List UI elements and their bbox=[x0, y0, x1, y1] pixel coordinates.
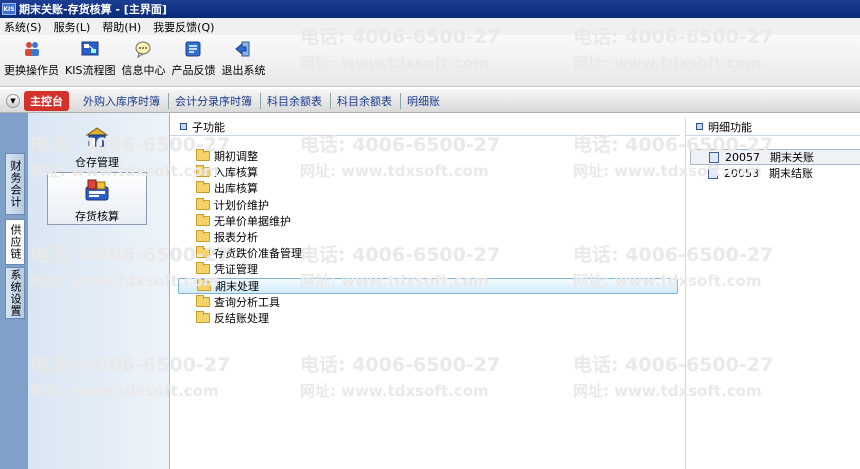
square-bullet-icon bbox=[696, 123, 703, 130]
tab-accounting-entry-journal[interactable]: 会计分录序时簿 bbox=[168, 92, 258, 109]
side-tab-financial-accounting[interactable]: 财务会计 bbox=[5, 153, 25, 215]
toolbar: 更换操作员 KIS流程图 信息中心 产品反馈 退出系统 bbox=[0, 35, 860, 87]
folder-icon bbox=[196, 213, 210, 226]
list-item-label: 存货跌价准备管理 bbox=[214, 247, 302, 261]
side-tab-system-settings[interactable]: 系统设置 bbox=[5, 267, 25, 319]
list-item[interactable]: 查询分析工具 bbox=[178, 294, 678, 310]
detail-panel: 明细功能 20057 期末关账 20058 期末结账 bbox=[685, 118, 860, 469]
flowchart-icon bbox=[80, 40, 100, 58]
list-item[interactable]: 无单价单据维护 bbox=[178, 213, 678, 229]
change-operator-label: 更换操作员 bbox=[4, 64, 59, 77]
exit-icon bbox=[233, 40, 253, 58]
module-warehouse-management[interactable]: 仓存管理 bbox=[47, 125, 147, 170]
detail-label: 期末关账 bbox=[770, 151, 814, 164]
tab-strip: ▼ 主控台 外购入库序时簿 会计分录序时簿 科目余额表 科目余额表 明细账 bbox=[0, 89, 860, 113]
list-item[interactable]: 期初调整 bbox=[178, 148, 678, 164]
list-item-label: 期初调整 bbox=[214, 150, 258, 164]
subfunction-panel: 子功能 期初调整 入库核算 出库核算 计划价维护 无单价单据维护 报表分析 存货… bbox=[170, 118, 680, 469]
document-icon bbox=[708, 167, 718, 179]
subfunction-title: 子功能 bbox=[192, 120, 225, 134]
list-item[interactable]: 存货跌价准备管理 bbox=[178, 245, 678, 261]
list-item[interactable]: 凭证管理 bbox=[178, 261, 678, 277]
change-operator-button[interactable]: 更换操作员 bbox=[4, 40, 59, 78]
document-icon bbox=[709, 151, 719, 163]
folder-icon bbox=[196, 246, 210, 259]
folder-icon bbox=[196, 197, 210, 210]
module-inventory-accounting[interactable]: 存货核算 bbox=[47, 172, 147, 225]
info-center-label: 信息中心 bbox=[121, 64, 166, 77]
folder-icon bbox=[196, 165, 210, 178]
detail-code: 20058 bbox=[724, 166, 759, 180]
folder-icon bbox=[196, 262, 210, 275]
window-title: 期末关账-存货核算 - [主界面] bbox=[19, 3, 167, 16]
module-panel: 仓存管理 存货核算 bbox=[28, 113, 170, 469]
feedback-icon bbox=[183, 40, 203, 58]
detail-header: 明细功能 bbox=[686, 118, 860, 136]
tab-main-console[interactable]: 主控台 bbox=[24, 90, 69, 111]
folder-icon bbox=[196, 294, 210, 307]
list-item-label: 凭证管理 bbox=[214, 263, 258, 277]
message-icon bbox=[133, 40, 153, 58]
detail-list: 20057 期末关账 20058 期末结账 bbox=[690, 149, 860, 181]
tab-account-balance-2[interactable]: 科目余额表 bbox=[330, 92, 398, 109]
tab-account-balance-1[interactable]: 科目余额表 bbox=[260, 92, 328, 109]
detail-code: 20057 bbox=[725, 150, 760, 164]
menu-help[interactable]: 帮助(H) bbox=[102, 19, 141, 35]
list-item-label: 期末处理 bbox=[215, 279, 259, 293]
folder-icon bbox=[196, 181, 210, 194]
tab-purchase-receipt-journal[interactable]: 外购入库序时簿 bbox=[77, 93, 166, 109]
module-inventory-accounting-label: 存货核算 bbox=[75, 210, 119, 223]
list-item-label: 无单价单据维护 bbox=[214, 214, 291, 228]
module-warehouse-management-label: 仓存管理 bbox=[75, 156, 119, 169]
list-item[interactable]: 出库核算 bbox=[178, 180, 678, 196]
list-item-label: 查询分析工具 bbox=[214, 295, 280, 309]
list-item[interactable]: 报表分析 bbox=[178, 229, 678, 245]
list-item[interactable]: 入库核算 bbox=[178, 164, 678, 180]
square-bullet-icon bbox=[180, 123, 187, 130]
product-feedback-label: 产品反馈 bbox=[171, 64, 216, 77]
list-item-selected[interactable]: 期末处理 bbox=[178, 277, 678, 294]
exit-system-label: 退出系统 bbox=[221, 64, 266, 77]
warehouse-icon bbox=[85, 125, 109, 152]
detail-title: 明细功能 bbox=[708, 120, 752, 134]
list-item-label: 入库核算 bbox=[214, 166, 258, 180]
list-item-label: 报表分析 bbox=[214, 231, 258, 245]
menu-system[interactable]: 系统(S) bbox=[4, 19, 42, 35]
chevron-down-icon[interactable]: ▼ bbox=[6, 93, 20, 108]
folder-icon bbox=[196, 149, 210, 162]
detail-label: 期末结账 bbox=[769, 167, 813, 180]
info-center-button[interactable]: 信息中心 bbox=[121, 40, 165, 78]
inventory-accounting-icon bbox=[83, 177, 111, 206]
detail-item[interactable]: 20058 期末结账 bbox=[690, 165, 860, 181]
list-item[interactable]: 反结账处理 bbox=[178, 310, 678, 326]
detail-item[interactable]: 20057 期末关账 bbox=[690, 149, 860, 165]
side-tab-strip: 财务会计 供应链 系统设置 bbox=[0, 113, 28, 469]
exit-system-button[interactable]: 退出系统 bbox=[221, 40, 265, 78]
app-icon: KIS bbox=[2, 3, 16, 15]
kis-flowchart-button[interactable]: KIS流程图 bbox=[65, 40, 115, 78]
menu-service[interactable]: 服务(L) bbox=[54, 19, 91, 35]
subfunction-header: 子功能 bbox=[170, 118, 680, 136]
menu-feedback[interactable]: 我要反馈(Q) bbox=[153, 19, 214, 35]
list-item-label: 出库核算 bbox=[214, 182, 258, 196]
folder-icon bbox=[196, 310, 210, 323]
folder-icon bbox=[196, 230, 210, 243]
tab-ledger-detail[interactable]: 明细账 bbox=[400, 92, 446, 109]
kis-flowchart-label: KIS流程图 bbox=[65, 64, 116, 77]
title-bar: KIS 期末关账-存货核算 - [主界面] bbox=[0, 0, 860, 18]
user-switch-icon bbox=[22, 40, 42, 58]
folder-open-icon bbox=[197, 278, 211, 291]
list-item-label: 反结账处理 bbox=[214, 311, 269, 325]
menu-bar: 系统(S) 服务(L) 帮助(H) 我要反馈(Q) bbox=[0, 18, 860, 35]
subfunction-list: 期初调整 入库核算 出库核算 计划价维护 无单价单据维护 报表分析 存货跌价准备… bbox=[178, 148, 678, 326]
list-item-label: 计划价维护 bbox=[214, 198, 269, 212]
side-tab-supply-chain[interactable]: 供应链 bbox=[5, 219, 25, 265]
list-item[interactable]: 计划价维护 bbox=[178, 197, 678, 213]
product-feedback-button[interactable]: 产品反馈 bbox=[171, 40, 215, 78]
